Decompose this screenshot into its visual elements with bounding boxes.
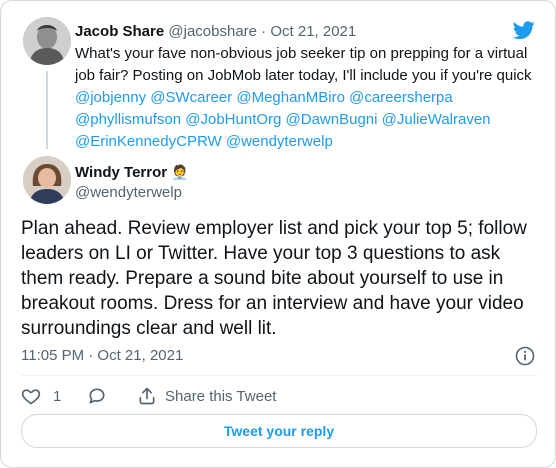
actions-divider [21, 375, 537, 376]
header-separator: · [257, 23, 271, 40]
quoted-tweet-text: What's your fave non-obvious job seeker … [75, 43, 545, 153]
reply-button[interactable] [87, 385, 107, 407]
reply-bubble-icon [89, 388, 105, 404]
quoted-tweet-header: Jacob Share @jacobshare · Oct 21, 2021 [75, 22, 356, 42]
reply-button-label: Tweet your reply [223, 423, 335, 439]
main-tweet-text: Plan ahead. Review employer list and pic… [21, 218, 527, 339]
quoted-tweet-mentions[interactable]: @jobjenny @SWcareer @MeghanMBiro @career… [75, 89, 491, 150]
main-author-name[interactable]: Windy Terror [75, 164, 167, 181]
tweet-embed-card: Jacob Share @jacobshare · Oct 21, 2021 W… [0, 0, 556, 468]
avatar-portrait [23, 17, 71, 65]
quoted-author-handle[interactable]: @jacobshare [168, 23, 257, 40]
quoted-tweet-date[interactable]: Oct 21, 2021 [270, 23, 356, 40]
avatar-portrait [23, 156, 71, 204]
main-author-name-row: Windy Terror 🧑‍💼 [75, 162, 189, 183]
tweet-your-reply-button[interactable]: Tweet your reply [21, 414, 537, 448]
share-button[interactable]: Share this Tweet [137, 385, 276, 407]
info-icon[interactable] [515, 346, 535, 366]
quoted-tweet-body: What's your fave non-obvious job seeker … [75, 45, 532, 84]
quoted-author-name[interactable]: Jacob Share [75, 23, 164, 40]
heart-icon [21, 389, 41, 405]
main-author-handle[interactable]: @wendyterwelp [75, 183, 182, 203]
share-icon [139, 387, 155, 405]
like-button[interactable]: 1 [21, 385, 61, 407]
like-count: 1 [53, 387, 62, 405]
avatar-windy-terror[interactable] [23, 156, 71, 204]
twitter-bird-icon[interactable] [511, 19, 537, 41]
author-emoji: 🧑‍💼 [171, 164, 189, 180]
tweet-timestamp[interactable]: 11:05 PM · Oct 21, 2021 [21, 346, 183, 366]
thread-connector-line [46, 71, 48, 149]
share-label: Share this Tweet [165, 387, 277, 405]
avatar-jacob-share[interactable] [23, 17, 71, 65]
